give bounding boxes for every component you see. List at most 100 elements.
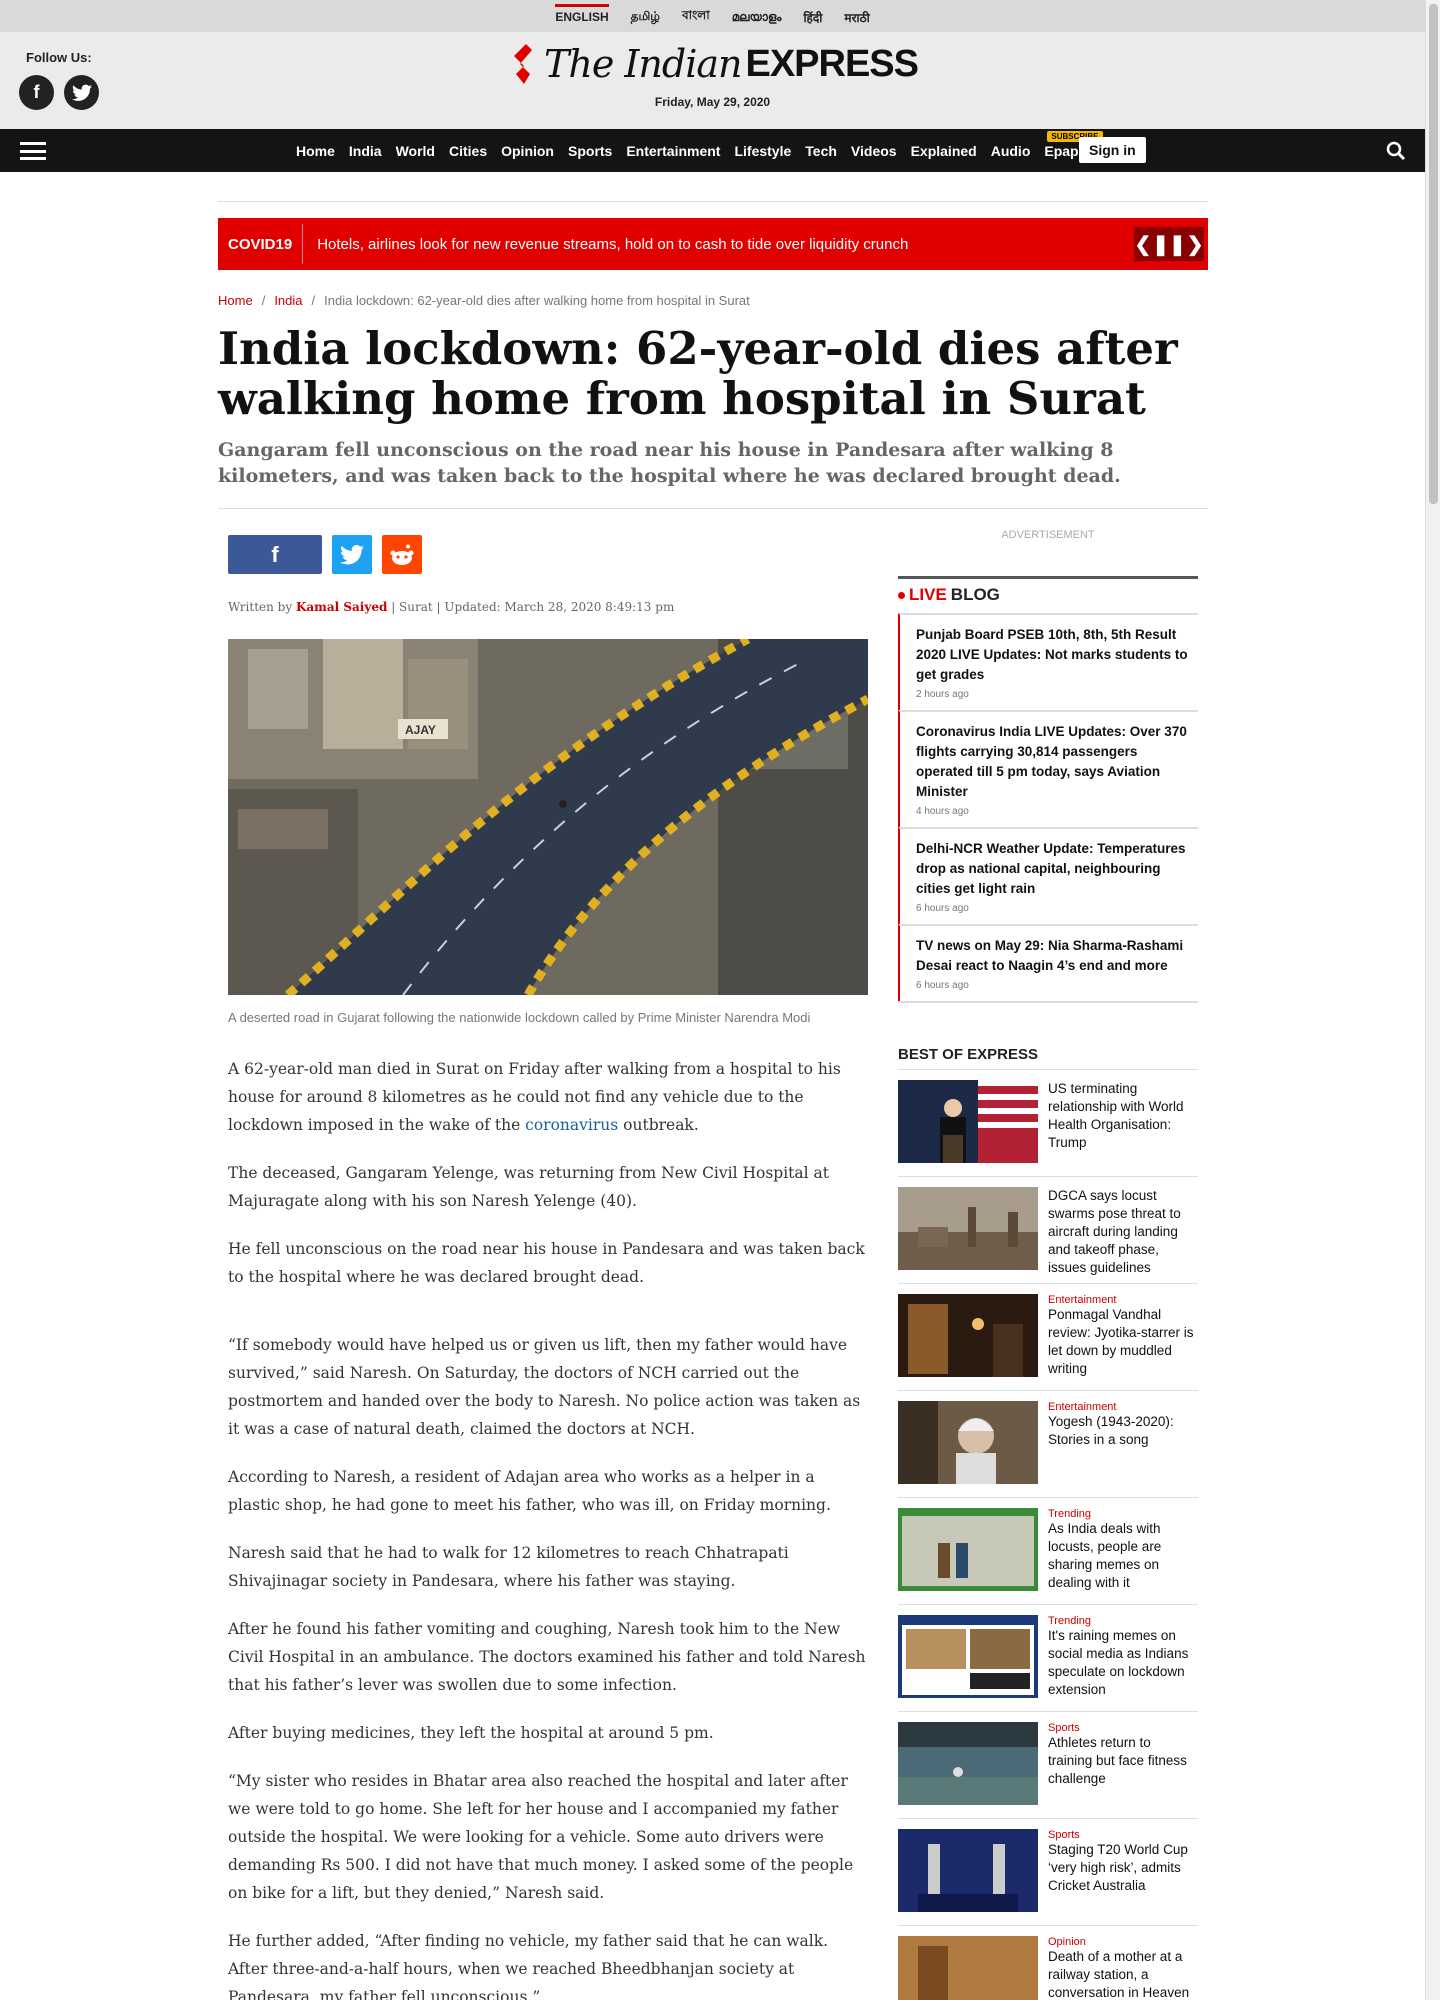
best-item-title[interactable]: As India deals with locusts, people are … (1048, 1520, 1198, 1592)
live-item[interactable]: Punjab Board PSEB 10th, 8th, 5th Result … (898, 613, 1198, 710)
nav-tech[interactable]: Tech (798, 143, 844, 159)
paragraph: He further added, “After finding no vehi… (228, 1932, 829, 2000)
best-of-heading: BEST OF EXPRESS (898, 1046, 1198, 1070)
reddit-share-button[interactable] (382, 535, 422, 574)
best-item-category[interactable]: Sports (1048, 1722, 1198, 1734)
thumbnail-image[interactable] (898, 1829, 1038, 1912)
nav-world[interactable]: World (389, 143, 442, 159)
nav-lifestyle[interactable]: Lifestyle (727, 143, 798, 159)
logo-text-italic: The Indian (544, 42, 742, 86)
scrollbar[interactable] (1425, 0, 1440, 2000)
language-bar: ENGLISH தமிழ் বাংলা മലയാളം हिंदी मराठी (0, 0, 1425, 32)
live-item-time: 6 hours ago (916, 903, 969, 914)
best-item-category[interactable]: Trending (1048, 1508, 1198, 1520)
author-link[interactable]: Kamal Saiyed (296, 600, 387, 614)
best-item[interactable]: US terminating relationship with World H… (898, 1070, 1198, 1177)
nav-opinion[interactable]: Opinion (494, 143, 561, 159)
best-item[interactable]: Opinion Death of a mother at a railway st… (898, 1926, 1198, 2000)
breadcrumb-section[interactable]: India (274, 293, 302, 308)
best-item-category[interactable]: Entertainment (1048, 1294, 1198, 1306)
breadcrumb-separator: / (261, 293, 266, 308)
logo-text-bold: EXPRESS (745, 42, 919, 85)
live-item-title[interactable]: Punjab Board PSEB 10th, 8th, 5th Result … (916, 625, 1190, 685)
share-buttons: f (228, 535, 422, 574)
lang-hindi[interactable]: हिंदी (803, 3, 822, 30)
best-item[interactable]: DGCA says locust swarms pose threat to a… (898, 1177, 1198, 1284)
ticker-label[interactable]: COVID19 (218, 224, 304, 264)
sign-in-button[interactable]: Sign in (1079, 137, 1146, 163)
live-dot-icon (898, 591, 905, 599)
hamburger-menu-icon[interactable] (20, 142, 46, 160)
paragraph: The deceased, Gangaram Yelenge, was retu… (228, 1164, 829, 1210)
paragraph: He fell unconscious on the road near his… (228, 1240, 865, 1286)
best-item[interactable]: Sports Athletes return to training but fa… (898, 1712, 1198, 1819)
ticker-headline[interactable]: Hotels, airlines look for new revenue st… (303, 236, 908, 253)
live-item-title[interactable]: Coronavirus India LIVE Updates: Over 370… (916, 722, 1190, 802)
lang-bangla[interactable]: বাংলা (682, 1, 710, 31)
live-item-time: 4 hours ago (916, 806, 969, 817)
best-item-title[interactable]: US terminating relationship with World H… (1048, 1080, 1198, 1152)
best-item-category[interactable]: Sports (1048, 1829, 1198, 1841)
best-item-category[interactable]: Entertainment (1048, 1401, 1198, 1413)
best-item-title[interactable]: Staging T20 World Cup ‘very high risk’, … (1048, 1841, 1198, 1895)
lang-tamil[interactable]: தமிழ் (631, 3, 660, 29)
live-item[interactable]: Coronavirus India LIVE Updates: Over 370… (898, 710, 1198, 827)
site-logo[interactable]: The Indian EXPRESS (512, 42, 919, 86)
thumbnail-image[interactable] (898, 1294, 1038, 1377)
lang-english[interactable]: ENGLISH (555, 4, 609, 28)
live-item-title[interactable]: Delhi-NCR Weather Update: Temperatures d… (916, 839, 1190, 899)
nav-videos[interactable]: Videos (844, 143, 904, 159)
live-item-time: 2 hours ago (916, 689, 969, 700)
best-item[interactable]: Entertainment Ponmagal Vandhal review: Jy… (898, 1284, 1198, 1391)
thumbnail-image[interactable] (898, 1080, 1038, 1163)
photo-sign-text: AJAY (405, 723, 436, 737)
nav-audio[interactable]: Audio (984, 143, 1038, 159)
thumbnail-image[interactable] (898, 1936, 1038, 2000)
thumbnail-image[interactable] (898, 1508, 1038, 1591)
pause-icon[interactable]: ❚❚ (1152, 232, 1186, 257)
best-item[interactable]: Trending As India deals with locusts, peo… (898, 1498, 1198, 1605)
nav-explained[interactable]: Explained (904, 143, 984, 159)
best-item-title[interactable]: Ponmagal Vandhal review: Jyotika-starrer… (1048, 1306, 1198, 1378)
nav-sports[interactable]: Sports (561, 143, 619, 159)
best-item-title[interactable]: It's raining memes on social media as In… (1048, 1627, 1198, 1699)
thumbnail-image[interactable] (898, 1187, 1038, 1270)
live-item[interactable]: Delhi-NCR Weather Update: Temperatures d… (898, 827, 1198, 924)
lang-malayalam[interactable]: മലയാളം (732, 4, 782, 29)
paragraph: According to Naresh, a resident of Adaja… (228, 1468, 831, 1514)
facebook-icon: f (271, 541, 279, 567)
thumbnail-image[interactable] (898, 1615, 1038, 1698)
best-item-category[interactable]: Opinion (1048, 1936, 1198, 1948)
article-subhead: Gangaram fell unconscious on the road ne… (218, 439, 1121, 487)
nav-home[interactable]: Home (289, 143, 342, 159)
prev-icon[interactable]: ❮ (1134, 232, 1151, 257)
best-item-title[interactable]: Athletes return to training but face fit… (1048, 1734, 1198, 1788)
nav-entertainment[interactable]: Entertainment (619, 143, 727, 159)
paragraph: After buying medicines, they left the ho… (228, 1724, 714, 1742)
best-item-title[interactable]: Death of a mother at a railway station, … (1048, 1948, 1198, 2000)
best-item-category[interactable]: Trending (1048, 1615, 1198, 1627)
scrollbar-thumb[interactable] (1429, 4, 1438, 504)
best-item[interactable]: Sports Staging T20 World Cup ‘very high r… (898, 1819, 1198, 1926)
coronavirus-link[interactable]: coronavirus (525, 1116, 618, 1134)
nav-india[interactable]: India (342, 143, 389, 159)
facebook-share-button[interactable]: f (228, 535, 322, 574)
article-photo: AJAY (228, 639, 868, 995)
breadcrumb-home[interactable]: Home (218, 293, 253, 308)
thumbnail-image[interactable] (898, 1401, 1038, 1484)
live-blog-heading: LIVE BLOG (898, 579, 1198, 613)
lang-marathi[interactable]: मराठी (844, 3, 869, 30)
live-item[interactable]: TV news on May 29: Nia Sharma-Rashami De… (898, 924, 1198, 1001)
best-item-title[interactable]: Yogesh (1943-2020): Stories in a song (1048, 1413, 1198, 1449)
twitter-share-button[interactable] (332, 535, 372, 574)
next-icon[interactable]: ❯ (1187, 232, 1204, 257)
thumbnail-image[interactable] (898, 1722, 1038, 1805)
nav-cities[interactable]: Cities (442, 143, 494, 159)
live-item-title[interactable]: TV news on May 29: Nia Sharma-Rashami De… (916, 936, 1190, 976)
byline-prefix: Written by (228, 600, 293, 614)
search-icon[interactable] (1386, 141, 1406, 161)
paragraph: A 62-year-old man died in Surat on Frida… (228, 1060, 841, 1134)
best-item[interactable]: Trending It's raining memes on social med… (898, 1605, 1198, 1712)
best-item-title[interactable]: DGCA says locust swarms pose threat to a… (1048, 1187, 1198, 1277)
best-item[interactable]: Entertainment Yogesh (1943-2020): Stories… (898, 1391, 1198, 1498)
